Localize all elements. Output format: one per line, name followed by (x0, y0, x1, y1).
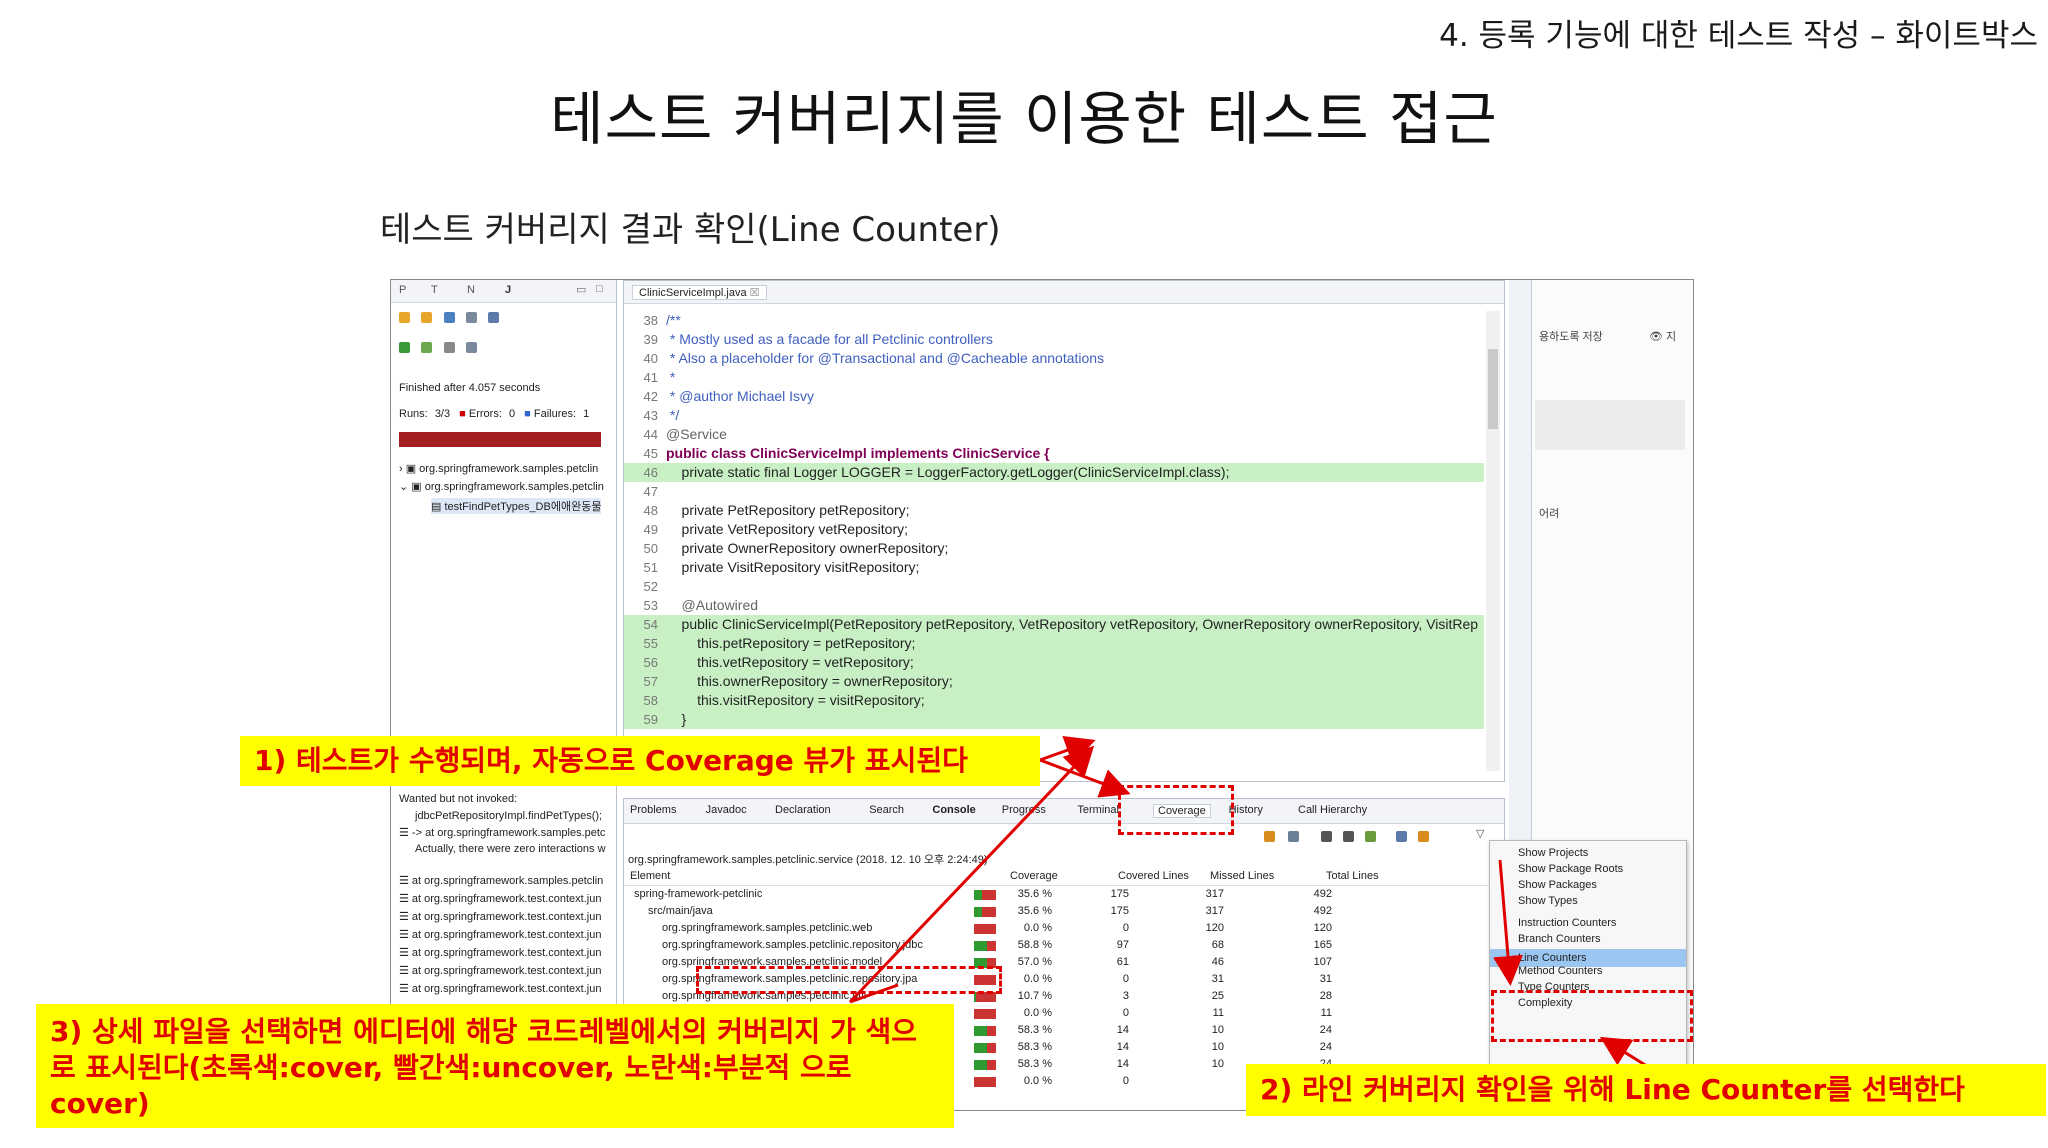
arrow-2b (1493, 859, 1523, 986)
callout-2: 2) 라인 커버리지 확인을 위해 Line Counter를 선택한다 (1246, 1064, 2046, 1116)
callout-3: 3) 상세 파일을 선택하면 에디터에 해당 코드레벨에서의 커버리지 가 색으… (36, 1004, 954, 1128)
arrow-3b (848, 745, 1095, 1004)
callout-1: 1) 테스트가 수행되며, 자동으로 Coverage 뷰가 표시된다 (240, 736, 1040, 786)
arrow-layer (848, 736, 1651, 1070)
